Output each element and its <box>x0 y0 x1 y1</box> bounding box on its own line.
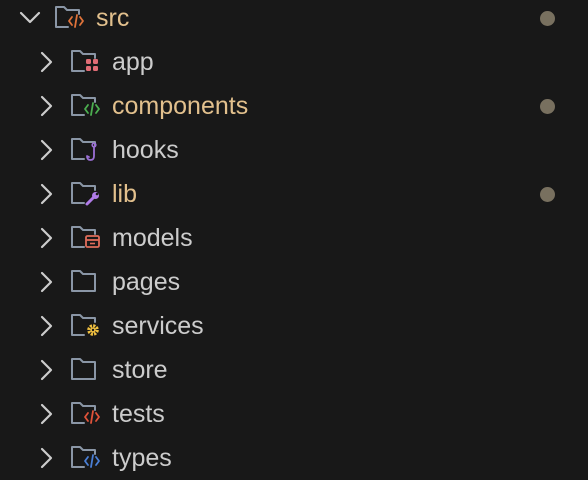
tree-item-tests[interactable]: tests <box>0 392 588 436</box>
chevron-right-icon[interactable] <box>34 226 58 250</box>
tree-item-hooks[interactable]: hooks <box>0 128 588 172</box>
chevron-right-icon[interactable] <box>34 182 58 206</box>
tree-item-label: models <box>112 224 193 252</box>
folder-types-icon <box>70 443 102 473</box>
folder-app-icon <box>70 47 102 77</box>
tree-item-label: store <box>112 356 168 384</box>
folder-src-icon <box>54 3 86 33</box>
tree-item-label: app <box>112 48 154 76</box>
tree-item-types[interactable]: types <box>0 436 588 480</box>
folder-lib-icon <box>70 179 102 209</box>
tree-item-services[interactable]: services <box>0 304 588 348</box>
tree-item-lib[interactable]: lib <box>0 172 588 216</box>
modified-indicator <box>540 187 555 202</box>
chevron-right-icon[interactable] <box>34 50 58 74</box>
chevron-right-icon[interactable] <box>34 358 58 382</box>
chevron-right-icon[interactable] <box>34 446 58 470</box>
chevron-right-icon[interactable] <box>34 270 58 294</box>
tree-item-label: components <box>112 92 249 120</box>
modified-indicator <box>540 99 555 114</box>
chevron-right-icon[interactable] <box>34 138 58 162</box>
chevron-right-icon[interactable] <box>34 314 58 338</box>
tree-item-label: src <box>96 4 130 32</box>
folder-pages-icon <box>70 267 102 297</box>
tree-item-models[interactable]: models <box>0 216 588 260</box>
tree-item-pages[interactable]: pages <box>0 260 588 304</box>
folder-services-icon <box>70 311 102 341</box>
tree-item-label: tests <box>112 400 165 428</box>
tree-item-components[interactable]: components <box>0 84 588 128</box>
file-explorer-tree: src app components hooks lib models page… <box>0 0 588 480</box>
chevron-down-icon[interactable] <box>18 6 42 30</box>
tree-item-src[interactable]: src <box>0 0 588 40</box>
chevron-right-icon[interactable] <box>34 402 58 426</box>
tree-item-label: types <box>112 444 172 472</box>
folder-models-icon <box>70 223 102 253</box>
tree-item-label: hooks <box>112 136 179 164</box>
tree-item-store[interactable]: store <box>0 348 588 392</box>
tree-item-label: pages <box>112 268 181 296</box>
modified-indicator <box>540 11 555 26</box>
folder-hooks-icon <box>70 135 102 165</box>
chevron-right-icon[interactable] <box>34 94 58 118</box>
folder-store-icon <box>70 355 102 385</box>
folder-tests-icon <box>70 399 102 429</box>
tree-item-label: services <box>112 312 204 340</box>
folder-components-icon <box>70 91 102 121</box>
tree-item-label: lib <box>112 180 138 208</box>
tree-item-app[interactable]: app <box>0 40 588 84</box>
